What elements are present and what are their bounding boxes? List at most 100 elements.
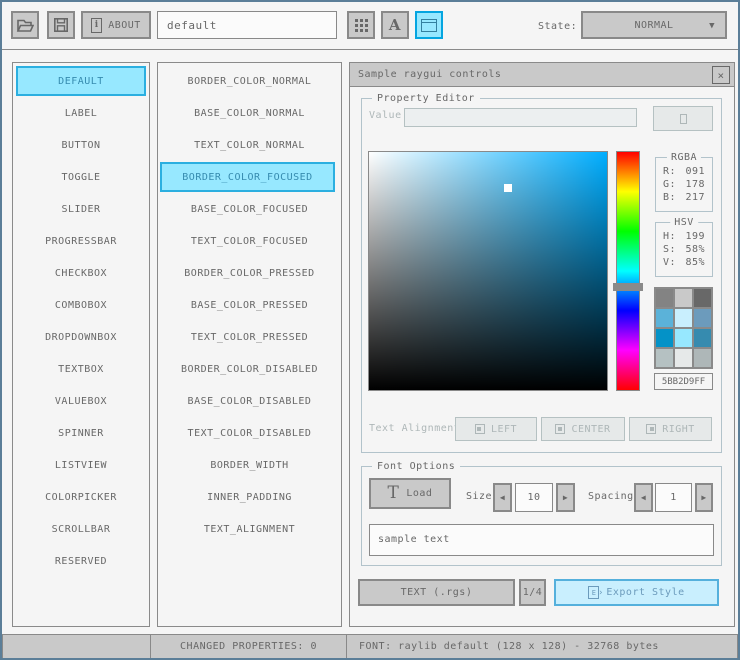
property-item-text-color-pressed[interactable]: TEXT_COLOR_PRESSED <box>160 322 339 352</box>
export-format-button[interactable]: TEXT (.rgs) <box>358 579 515 606</box>
controls-item-textbox[interactable]: TEXTBOX <box>15 354 147 384</box>
rgba-g-row: G: 178 <box>656 178 712 191</box>
state-label: State: <box>538 21 578 32</box>
close-icon: × <box>717 68 725 82</box>
controls-item-checkbox[interactable]: CHECKBOX <box>15 258 147 288</box>
sample-controls-window: Sample raygui controls × Property Editor… <box>349 62 735 627</box>
hex-color-value-box[interactable]: 5BB2D9FF <box>654 373 713 390</box>
export-style-button[interactable]: E Export Style <box>554 579 719 606</box>
window-icon <box>421 18 437 32</box>
palette-swatch <box>694 329 711 347</box>
property-item-base-color-pressed[interactable]: BASE_COLOR_PRESSED <box>160 290 339 320</box>
controls-item-dropdownbox[interactable]: DROPDOWNBOX <box>15 322 147 352</box>
size-decrement-button[interactable]: ◀ <box>493 483 512 512</box>
align-center-button[interactable]: CENTER <box>541 417 625 441</box>
value-snap-button[interactable] <box>653 106 713 131</box>
text-alignment-label: Text Alignment: <box>369 423 467 434</box>
controls-item-listview[interactable]: LISTVIEW <box>15 450 147 480</box>
folder-open-icon <box>16 19 34 32</box>
property-item-text-alignment[interactable]: TEXT_ALIGNMENT <box>160 514 339 544</box>
sample-window-title: Sample raygui controls <box>358 69 502 80</box>
property-item-border-color-focused[interactable]: BORDER_COLOR_FOCUSED <box>160 162 335 192</box>
about-button[interactable]: i ABOUT <box>81 11 151 39</box>
font-info-text: FONT: raylib default (128 x 128) - 32768… <box>359 641 659 652</box>
style-name-input[interactable] <box>157 11 337 39</box>
view-controls-button[interactable] <box>415 11 443 39</box>
align-right-button[interactable]: RIGHT <box>629 417 712 441</box>
property-item-base-color-focused[interactable]: BASE_COLOR_FOCUSED <box>160 194 339 224</box>
color-picker-panel[interactable] <box>368 151 608 391</box>
arrow-left-icon: ◀ <box>640 493 647 502</box>
palette-swatch <box>656 349 673 367</box>
align-right-label: RIGHT <box>662 423 695 435</box>
controls-item-progressbar[interactable]: PROGRESSBAR <box>15 226 147 256</box>
palette-swatch <box>694 289 711 307</box>
spacing-increment-button[interactable]: ▶ <box>695 483 713 512</box>
hsv-h-row: H: 199 <box>656 230 712 243</box>
hue-slider[interactable] <box>616 151 640 391</box>
controls-item-scrollbar[interactable]: SCROLLBAR <box>15 514 147 544</box>
font-spacing-label: Spacing: <box>588 491 641 502</box>
arrow-left-icon: ◀ <box>499 493 506 502</box>
controls-item-label[interactable]: LABEL <box>15 98 147 128</box>
property-item-border-width[interactable]: BORDER_WIDTH <box>160 450 339 480</box>
color-picker-cursor[interactable] <box>504 184 512 192</box>
controls-item-toggle[interactable]: TOGGLE <box>15 162 147 192</box>
size-value-box[interactable]: 10 <box>515 483 553 512</box>
align-center-label: CENTER <box>571 423 611 435</box>
palette-swatch <box>694 349 711 367</box>
close-button[interactable]: × <box>712 66 730 84</box>
text-t-icon: T <box>387 483 400 503</box>
about-button-label: ABOUT <box>108 19 141 31</box>
s-label: S: <box>663 244 677 255</box>
property-item-text-color-disabled[interactable]: TEXT_COLOR_DISABLED <box>160 418 339 448</box>
palette-swatch <box>675 289 692 307</box>
arrow-right-icon: ▶ <box>701 493 707 502</box>
state-dropdown[interactable]: NORMAL ▼ <box>581 11 727 39</box>
align-right-icon <box>646 424 657 434</box>
align-left-icon <box>474 424 485 434</box>
controls-item-combobox[interactable]: COMBOBOX <box>15 290 147 320</box>
align-center-icon <box>555 424 566 434</box>
controls-item-colorpicker[interactable]: COLORPICKER <box>15 482 147 512</box>
controls-item-spinner[interactable]: SPINNER <box>15 418 147 448</box>
load-font-label: Load <box>406 488 433 499</box>
palette-swatch <box>675 349 692 367</box>
load-font-button[interactable]: T Load <box>369 478 451 509</box>
property-item-border-color-disabled[interactable]: BORDER_COLOR_DISABLED <box>160 354 339 384</box>
value-input[interactable] <box>404 108 637 127</box>
hsv-group: HSV H: 199 S: 58% V: 85% <box>655 217 713 277</box>
controls-item-slider[interactable]: SLIDER <box>15 194 147 224</box>
view-font-button[interactable]: A <box>381 11 409 39</box>
controls-item-valuebox[interactable]: VALUEBOX <box>15 386 147 416</box>
spacing-decrement-button[interactable]: ◀ <box>634 483 653 512</box>
sample-window-titlebar[interactable]: Sample raygui controls × <box>350 63 734 87</box>
font-a-icon: A <box>388 15 402 34</box>
hsv-group-label: HSV <box>670 217 698 228</box>
export-file-icon: E <box>588 586 603 599</box>
view-style-table-button[interactable] <box>347 11 375 39</box>
property-item-text-color-focused[interactable]: TEXT_COLOR_FOCUSED <box>160 226 339 256</box>
toolbar-separator <box>2 49 738 50</box>
controls-item-default[interactable]: DEFAULT <box>16 66 146 96</box>
format-pager-button[interactable]: 1/4 <box>519 579 546 606</box>
spacing-value-box[interactable]: 1 <box>655 483 692 512</box>
align-left-button[interactable]: LEFT <box>455 417 537 441</box>
align-left-label: LEFT <box>490 423 518 435</box>
property-item-base-color-disabled[interactable]: BASE_COLOR_DISABLED <box>160 386 339 416</box>
grid-icon <box>354 18 368 32</box>
save-file-button[interactable] <box>47 11 75 39</box>
controls-item-button[interactable]: BUTTON <box>15 130 147 160</box>
property-item-base-color-normal[interactable]: BASE_COLOR_NORMAL <box>160 98 339 128</box>
controls-item-reserved[interactable]: RESERVED <box>15 546 147 576</box>
chevron-down-icon: ▼ <box>709 21 715 31</box>
open-file-button[interactable] <box>11 11 39 39</box>
property-item-text-color-normal[interactable]: TEXT_COLOR_NORMAL <box>160 130 339 160</box>
property-item-border-color-normal[interactable]: BORDER_COLOR_NORMAL <box>160 66 339 96</box>
size-increment-button[interactable]: ▶ <box>556 483 575 512</box>
hue-slider-handle[interactable] <box>613 283 643 291</box>
status-cell-empty <box>2 634 151 658</box>
v-label: V: <box>663 257 677 268</box>
property-item-inner-padding[interactable]: INNER_PADDING <box>160 482 339 512</box>
property-item-border-color-pressed[interactable]: BORDER_COLOR_PRESSED <box>160 258 339 288</box>
